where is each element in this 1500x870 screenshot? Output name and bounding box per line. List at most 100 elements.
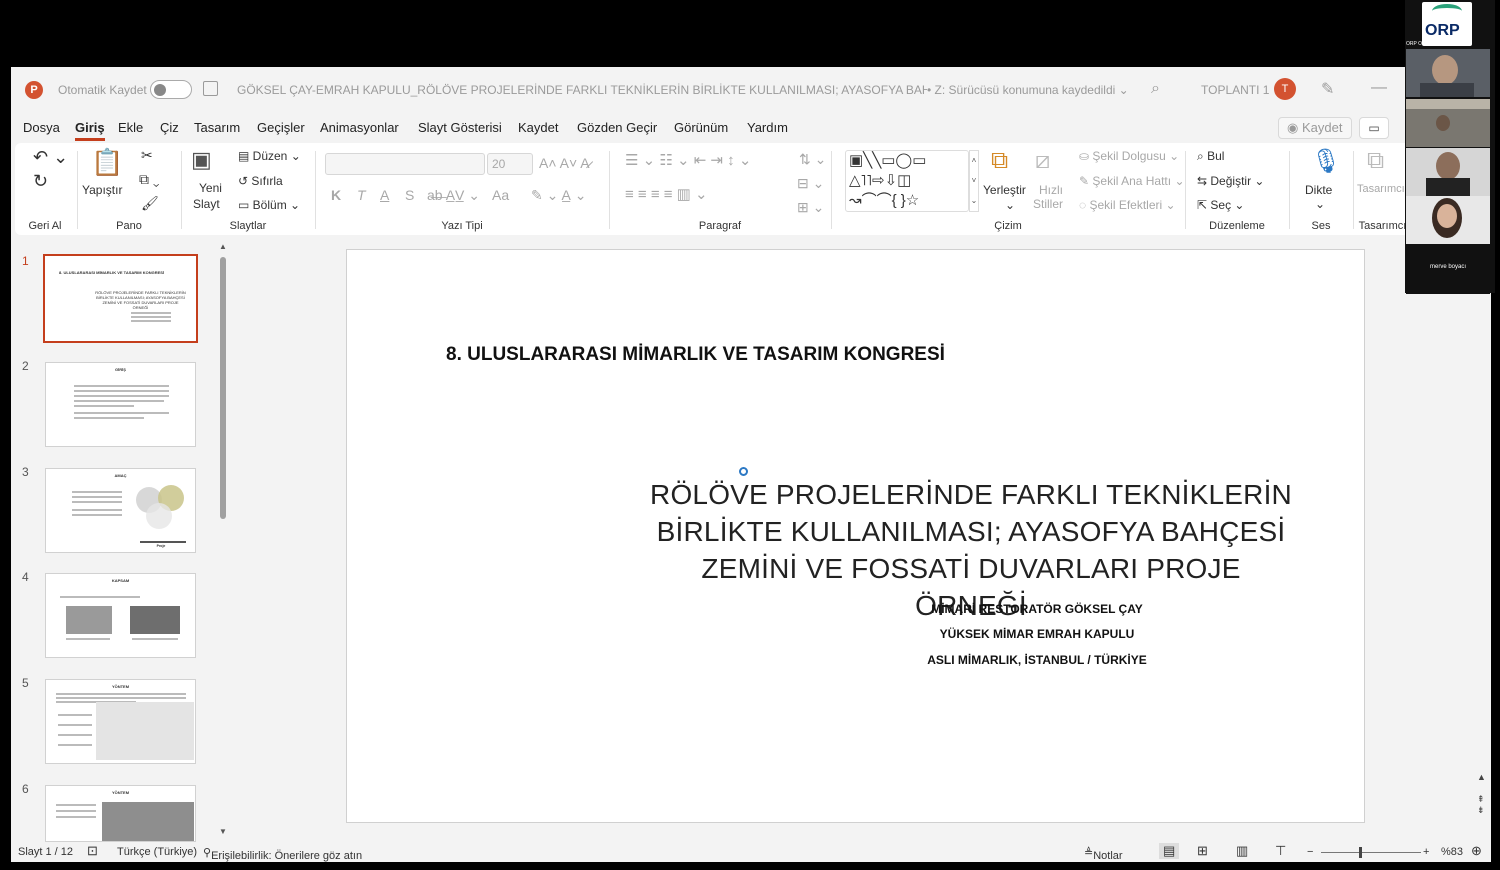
change-case-button[interactable]: Aa bbox=[492, 187, 509, 203]
slide-thumbnail-6[interactable]: YÖNTEM bbox=[45, 785, 196, 842]
tab-home[interactable]: Giriş bbox=[75, 120, 105, 141]
find-button[interactable]: ⌕ Bul bbox=[1197, 149, 1224, 164]
tab-animations[interactable]: Animasyonlar bbox=[320, 120, 399, 135]
align-icons[interactable]: ≡ ≡ ≡ ≡ ▥ ⌄ bbox=[625, 185, 708, 203]
zoom-slider-thumb[interactable] bbox=[1359, 847, 1362, 858]
reading-view-icon[interactable]: ▥ bbox=[1236, 843, 1248, 859]
tab-view[interactable]: Görünüm bbox=[674, 120, 728, 135]
scroll-up-icon[interactable]: ▲ bbox=[219, 242, 227, 251]
slide-sorter-icon[interactable]: ⊞ bbox=[1197, 843, 1208, 859]
slide-author-2[interactable]: YÜKSEK MİMAR EMRAH KAPULU bbox=[867, 627, 1207, 641]
tab-design[interactable]: Tasarım bbox=[194, 120, 240, 135]
arrange-dropdown-icon[interactable]: ⌄ bbox=[1005, 198, 1015, 212]
participant-video-1[interactable] bbox=[1406, 49, 1490, 97]
font-name-input[interactable] bbox=[325, 153, 485, 175]
shape-fill-button[interactable]: ⛀ Şekil Dolgusu ⌄ bbox=[1079, 149, 1179, 163]
replace-button[interactable]: ⇆ Değiştir ⌄ bbox=[1197, 174, 1264, 188]
dictate-dropdown-icon[interactable]: ⌄ bbox=[1315, 197, 1325, 211]
document-title[interactable]: GÖKSEL ÇAY-EMRAH KAPULU_RÖLÖVE PROJELERİ… bbox=[237, 83, 927, 97]
bold-button[interactable]: K bbox=[331, 187, 341, 203]
normal-view-icon[interactable]: ▤ bbox=[1159, 843, 1180, 859]
slide-thumbnail-1[interactable]: 8. ULUSLARARASI MİMARLIK VE TASARIM KONG… bbox=[41, 252, 200, 345]
document-location[interactable]: • Z: Sürücüsü konumuna kaydedildi ⌄ bbox=[927, 83, 1129, 97]
copy-icon[interactable]: ⧉ ⌄ bbox=[139, 171, 160, 188]
rotation-handle[interactable] bbox=[739, 467, 748, 476]
slide-scroll-controls[interactable]: ▲ ⇞ ⇟ bbox=[1477, 772, 1486, 816]
shadow-button[interactable]: S bbox=[405, 187, 414, 203]
shape-outline-button[interactable]: ✎ Şekil Ana Hattı ⌄ bbox=[1079, 174, 1185, 188]
bullets-icon[interactable]: ☰ ⌄ ☷ ⌄ ⇤ ⇥ ↕ ⌄ bbox=[625, 151, 751, 169]
pen-icon[interactable]: ✎ bbox=[1321, 79, 1334, 99]
dictate-button[interactable]: Dikte bbox=[1305, 183, 1332, 197]
align-text-icon[interactable]: ⊟ ⌄ bbox=[797, 175, 824, 192]
tab-help[interactable]: Yardım bbox=[747, 120, 788, 135]
accessibility-status[interactable]: ⚲ Erişilebilirlik: Önerilere göz atın bbox=[203, 846, 362, 862]
microphone-icon[interactable]: 🎙 bbox=[1311, 147, 1341, 176]
arrange-icon[interactable]: ⧉ bbox=[991, 147, 1008, 175]
comments-button[interactable]: ▭ bbox=[1359, 117, 1389, 139]
tab-review[interactable]: Gözden Geçir bbox=[577, 120, 657, 135]
participant-video-5[interactable]: merve boyacı bbox=[1406, 246, 1490, 294]
slide-author-1[interactable]: MİMARİ RESTORATÖR GÖKSEL ÇAY bbox=[867, 602, 1207, 616]
fit-to-window-icon[interactable]: ⊕ bbox=[1471, 843, 1482, 859]
arrange-button[interactable]: Yerleştir bbox=[983, 183, 1026, 197]
notes-button[interactable]: ≜ Notlar bbox=[1084, 846, 1123, 862]
undo-icon[interactable]: ↶ ⌄ bbox=[33, 147, 68, 168]
autosave-toggle[interactable] bbox=[150, 80, 192, 99]
slideshow-icon[interactable]: ⊤ bbox=[1275, 843, 1286, 859]
slide-congress-title[interactable]: 8. ULUSLARARASI MİMARLIK VE TASARIM KONG… bbox=[446, 344, 945, 366]
current-slide[interactable]: 8. ULUSLARARASI MİMARLIK VE TASARIM KONG… bbox=[346, 249, 1365, 823]
tab-draw[interactable]: Çiz bbox=[160, 120, 179, 135]
quick-styles-label-1[interactable]: Hızlı bbox=[1039, 183, 1063, 197]
language-label[interactable]: Türkçe (Türkiye) bbox=[117, 846, 197, 858]
text-direction-icon[interactable]: ⇅ ⌄ bbox=[799, 151, 826, 168]
smartart-icon[interactable]: ⊞ ⌄ bbox=[797, 199, 824, 216]
redo-icon[interactable]: ↻ bbox=[33, 171, 48, 192]
new-slide-label-2[interactable]: Slayt bbox=[193, 197, 220, 211]
tab-transitions[interactable]: Geçişler bbox=[257, 120, 305, 135]
select-button[interactable]: ⇱ Seç ⌄ bbox=[1197, 198, 1244, 212]
new-slide-icon[interactable]: ▣ bbox=[191, 147, 212, 173]
quick-styles-label-2[interactable]: Stiller bbox=[1033, 197, 1063, 211]
designer-icon[interactable]: ⧉ bbox=[1367, 147, 1384, 175]
participant-video-3[interactable] bbox=[1406, 148, 1490, 196]
shapes-gallery[interactable]: ▣╲╲▭◯▭ △˥˥⇨⇩◫ ↝⌒⌒{ }☆ bbox=[845, 150, 969, 212]
zoom-in-icon[interactable]: + bbox=[1423, 846, 1429, 858]
spellcheck-icon[interactable]: ⊡ bbox=[87, 843, 98, 859]
tab-record[interactable]: Kaydet bbox=[518, 120, 558, 135]
reset-button[interactable]: ↺ Sıfırla bbox=[238, 174, 283, 188]
paste-icon[interactable]: 📋 bbox=[91, 147, 123, 178]
font-size-input[interactable]: 20 bbox=[487, 153, 533, 175]
shape-effects-button[interactable]: ◌ Şekil Efektleri ⌄ bbox=[1079, 198, 1176, 212]
scroll-down-icon[interactable]: ▼ bbox=[219, 827, 227, 836]
tab-slideshow[interactable]: Slayt Gösterisi bbox=[418, 120, 502, 135]
highlight-icon[interactable]: ✎ ⌄ A̲ ⌄ bbox=[531, 187, 586, 204]
search-icon[interactable]: ⌕ bbox=[1151, 80, 1160, 98]
tab-file[interactable]: Dosya bbox=[23, 120, 60, 135]
new-slide-label-1[interactable]: Yeni bbox=[199, 181, 222, 195]
cut-icon[interactable]: ✂ bbox=[141, 147, 153, 164]
quick-styles-icon[interactable]: ⧄ bbox=[1035, 147, 1050, 175]
zoom-out-icon[interactable]: − bbox=[1307, 846, 1313, 858]
section-button[interactable]: ▭ Bölüm ⌄ bbox=[238, 198, 300, 212]
designer-button[interactable]: Tasarımcı bbox=[1357, 183, 1405, 195]
participant-video-2[interactable] bbox=[1406, 99, 1490, 147]
participant-video-4[interactable] bbox=[1406, 196, 1490, 244]
paste-button[interactable]: Yapıştır bbox=[82, 183, 122, 197]
strikethrough-icon[interactable]: a̶b̶ A̲V̲ ⌄ bbox=[427, 187, 480, 204]
zoom-slider-track[interactable] bbox=[1321, 852, 1421, 853]
slide-thumbnail-2[interactable]: GİRİŞ bbox=[45, 362, 196, 447]
underline-button[interactable]: A bbox=[380, 187, 389, 203]
grow-font-icon[interactable]: A˄ A˅ A̷ bbox=[539, 155, 590, 171]
format-painter-icon[interactable]: 🖌 bbox=[141, 195, 159, 212]
user-avatar[interactable]: T bbox=[1274, 78, 1296, 100]
tab-insert[interactable]: Ekle bbox=[118, 120, 143, 135]
minimize-icon[interactable]: — bbox=[1371, 79, 1387, 97]
record-button[interactable]: ◉ Kaydet bbox=[1278, 117, 1352, 139]
italic-button[interactable]: T bbox=[357, 187, 366, 203]
shapes-scroll[interactable]: ˄ ˅ ⌄ bbox=[969, 150, 979, 212]
slide-thumbnail-4[interactable]: KAPSAM bbox=[45, 573, 196, 658]
slide-affiliation[interactable]: ASLI MİMARLIK, İSTANBUL / TÜRKİYE bbox=[867, 653, 1207, 667]
save-icon[interactable] bbox=[203, 81, 218, 96]
layout-button[interactable]: ▤ Düzen ⌄ bbox=[238, 149, 301, 163]
